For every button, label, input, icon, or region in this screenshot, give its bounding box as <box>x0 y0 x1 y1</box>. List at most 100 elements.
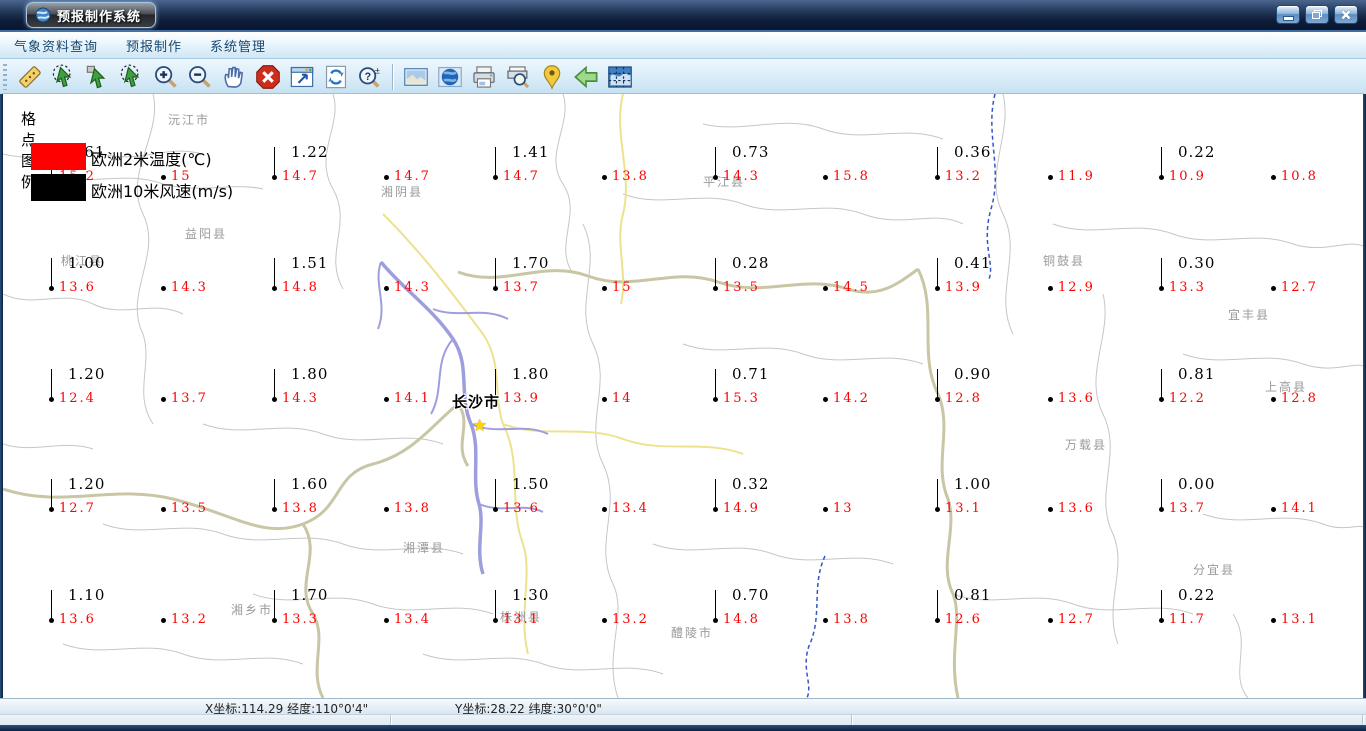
grid-point-dot <box>602 618 607 623</box>
world-globe-icon[interactable] <box>433 62 467 92</box>
temperature-value: 14.3 <box>171 280 208 295</box>
temperature-value: 12.8 <box>1281 391 1318 406</box>
map-grid-overview-icon[interactable] <box>603 62 637 92</box>
select-arrow-icon[interactable] <box>81 62 115 92</box>
temperature-value: 13.7 <box>171 391 208 406</box>
wind-barb <box>274 590 275 619</box>
temperature-value: 13.6 <box>59 280 96 295</box>
restore-icon <box>1312 10 1322 19</box>
wind-speed-value: 0.71 <box>732 365 770 383</box>
wind-speed-value: 0.36 <box>954 143 992 161</box>
wind-barb <box>51 479 52 508</box>
legend-label-wind: 欧洲10米风速(m/s) <box>91 182 234 201</box>
print-icon[interactable] <box>467 62 501 92</box>
grid-point-dot <box>161 397 166 402</box>
wind-barb <box>715 590 716 619</box>
grid-point-dot <box>602 507 607 512</box>
wind-barb <box>1161 590 1162 619</box>
temperature-value: 11.7 <box>1169 612 1206 627</box>
select-features-icon[interactable] <box>47 62 81 92</box>
restore-button[interactable] <box>1305 5 1329 24</box>
pan-hand-icon[interactable] <box>217 62 251 92</box>
wind-barb <box>937 258 938 287</box>
grid-point-dot <box>823 397 828 402</box>
wind-barb <box>274 147 275 176</box>
grid-point-dot <box>384 618 389 623</box>
temperature-value: 13.8 <box>282 501 319 516</box>
temperature-value: 12.7 <box>1281 280 1318 295</box>
grid-point-dot <box>1271 397 1276 402</box>
grid-point-dot <box>823 175 828 180</box>
temperature-value: 13.6 <box>59 612 96 627</box>
legend-label-temperature: 欧洲2米温度(℃) <box>91 150 212 169</box>
temperature-value: 13.3 <box>1169 280 1206 295</box>
temperature-value: 14.9 <box>723 501 760 516</box>
wind-speed-value: 1.60 <box>291 475 329 493</box>
export-image-icon[interactable] <box>399 62 433 92</box>
wind-barb <box>495 479 496 508</box>
grid-point-dot <box>823 507 828 512</box>
close-button[interactable]: ❌︎ <box>1334 5 1358 24</box>
temperature-value: 13.8 <box>394 501 431 516</box>
zoom-in-icon[interactable] <box>149 62 183 92</box>
wind-barb <box>1161 369 1162 398</box>
grid-point-dot <box>602 286 607 291</box>
select-features-alt-icon[interactable] <box>115 62 149 92</box>
wind-barb <box>937 147 938 176</box>
wind-speed-value: 0.81 <box>1178 365 1216 383</box>
measure-ruler-icon[interactable] <box>13 62 47 92</box>
zoom-out-icon[interactable] <box>183 62 217 92</box>
temperature-value: 14.2 <box>833 391 870 406</box>
refresh-icon[interactable] <box>319 62 353 92</box>
menu-system-management[interactable]: 系统管理 <box>196 36 280 55</box>
back-arrow-icon[interactable] <box>569 62 603 92</box>
temperature-value: 13.4 <box>394 612 431 627</box>
wind-speed-value: 0.32 <box>732 475 770 493</box>
print-preview-icon[interactable] <box>501 62 535 92</box>
temperature-value: 13.8 <box>612 169 649 184</box>
placemark-pin-icon[interactable] <box>535 62 569 92</box>
wind-speed-value: 0.73 <box>732 143 770 161</box>
stop-icon[interactable] <box>251 62 285 92</box>
temperature-value: 12.8 <box>945 391 982 406</box>
temperature-value: 14 <box>612 391 633 406</box>
temperature-value: 13.9 <box>503 391 540 406</box>
temperature-value: 13.2 <box>612 612 649 627</box>
menu-weather-data-query[interactable]: 气象资料查询 <box>0 36 112 55</box>
temperature-value: 13.8 <box>833 612 870 627</box>
full-extent-window-icon[interactable] <box>285 62 319 92</box>
star-marker-icon: ★ <box>472 416 488 436</box>
wind-barb <box>1161 258 1162 287</box>
temperature-value: 11.9 <box>1058 169 1095 184</box>
grid-point-dot <box>161 507 166 512</box>
temperature-value: 15 <box>612 280 633 295</box>
wind-speed-value: 1.30 <box>512 586 550 604</box>
wind-speed-value: 1.00 <box>954 475 992 493</box>
wind-barb <box>1161 479 1162 508</box>
temperature-value: 10.8 <box>1281 169 1318 184</box>
grid-point-dot <box>1271 507 1276 512</box>
wind-speed-value: 1.20 <box>68 365 106 383</box>
temperature-value: 14.7 <box>282 169 319 184</box>
temperature-value: 12.6 <box>945 612 982 627</box>
wind-barb <box>495 258 496 287</box>
wind-barb <box>937 590 938 619</box>
temperature-value: 12.2 <box>1169 391 1206 406</box>
minimize-button[interactable] <box>1276 5 1300 24</box>
grid-point-dot <box>1048 397 1053 402</box>
map-canvas[interactable]: 15.21.611514.71.2214.714.71.4113.814.30.… <box>2 93 1364 699</box>
status-bar: X坐标:114.29 经度:110°0'4" Y坐标:28.22 纬度:30°0… <box>0 698 1366 716</box>
identify-query-icon[interactable]: ±? <box>353 62 387 92</box>
wind-speed-value: 0.22 <box>1178 143 1216 161</box>
wind-speed-value: 1.41 <box>512 143 550 161</box>
temperature-value: 14.8 <box>282 280 319 295</box>
minimize-icon <box>1282 15 1294 21</box>
wind-barb <box>715 258 716 287</box>
wind-barb <box>1161 147 1162 176</box>
menu-forecast-production[interactable]: 预报制作 <box>112 36 196 55</box>
temperature-value: 13 <box>833 501 854 516</box>
temperature-value: 14.1 <box>394 391 431 406</box>
temperature-value: 12.7 <box>59 501 96 516</box>
temperature-value: 14.8 <box>723 612 760 627</box>
toolbar: ±? <box>0 59 1366 96</box>
